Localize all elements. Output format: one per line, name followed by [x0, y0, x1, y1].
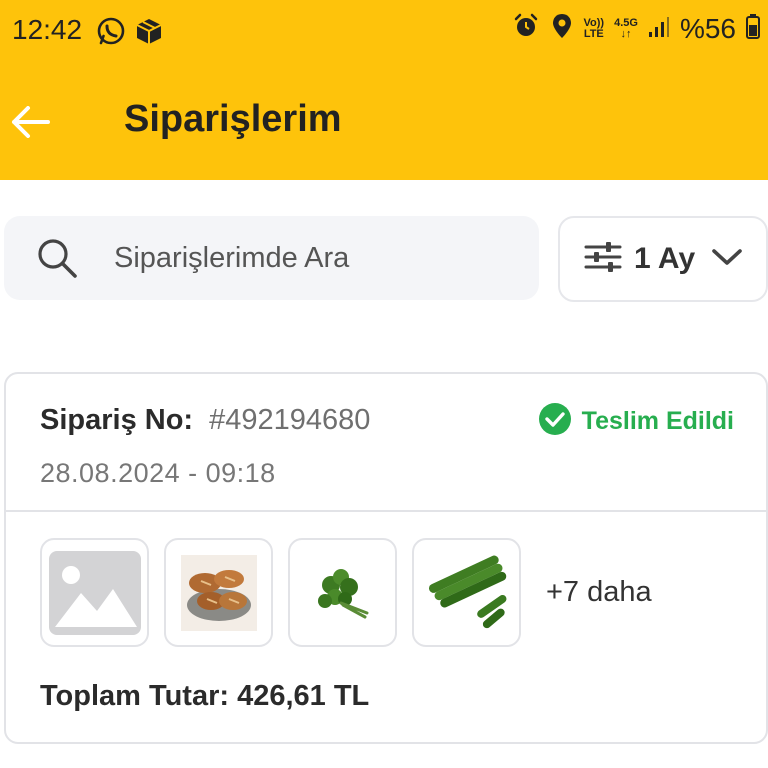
- bread-image: [180, 554, 257, 631]
- data-arrows-icon: ↓↑: [620, 27, 632, 40]
- image-placeholder-icon: [48, 550, 141, 635]
- location-icon: [550, 12, 574, 45]
- status-system-icons: Vo)) LTE 4.5G ↓↑ %56: [512, 12, 760, 45]
- sliders-icon: [584, 241, 622, 278]
- network-indicator: 4.5G ↓↑: [614, 16, 638, 40]
- period-filter-button[interactable]: 1 Ay: [558, 216, 768, 302]
- status-time: 12:42: [12, 14, 83, 45]
- search-input[interactable]: [114, 241, 494, 275]
- page-title: Siparişlerim: [124, 98, 342, 140]
- status-badge: Teslim Edildi: [538, 402, 734, 441]
- battery-icon: [746, 13, 760, 44]
- product-thumbnails: +7 daha: [40, 538, 652, 647]
- status-bar: 12:42 Vo)) LTE 4.5G ↓↑ %56: [0, 0, 768, 64]
- cucumber-image: [424, 550, 509, 635]
- app-header: 12:42 Vo)) LTE 4.5G ↓↑ %56 Siparişlerim: [0, 0, 768, 180]
- whatsapp-icon: [96, 16, 126, 51]
- search-bar[interactable]: [4, 216, 539, 300]
- battery-percent: %56: [679, 12, 736, 44]
- more-items-label: +7 daha: [546, 576, 652, 608]
- order-status: Teslim Edildi: [581, 407, 734, 435]
- signal-icon: [648, 14, 670, 43]
- period-filter-label: 1 Ay: [634, 242, 696, 275]
- chevron-down-icon: [711, 247, 743, 272]
- status-notification-icons: [96, 16, 164, 51]
- order-card[interactable]: Sipariş No: #492194680 Teslim Edildi 28.…: [4, 372, 768, 744]
- order-number-label: Sipariş No:: [40, 404, 194, 436]
- volte-indicator: Vo)) LTE: [583, 16, 605, 40]
- product-thumbnail[interactable]: [40, 538, 149, 647]
- product-thumbnail[interactable]: [164, 538, 273, 647]
- order-number-row: Sipariş No: #492194680: [40, 404, 370, 437]
- order-date: 28.08.2024 - 09:18: [40, 458, 276, 488]
- divider: [6, 510, 766, 512]
- package-icon: [134, 16, 164, 51]
- check-circle-icon: [538, 402, 572, 441]
- product-thumbnail[interactable]: [412, 538, 521, 647]
- order-total: Toplam Tutar: 426,61 TL: [40, 680, 370, 712]
- back-button[interactable]: [8, 100, 52, 144]
- arrow-left-icon: [12, 106, 50, 138]
- order-number: #492194680: [209, 404, 371, 436]
- product-thumbnail[interactable]: [288, 538, 397, 647]
- search-icon: [34, 235, 80, 281]
- alarm-icon: [512, 12, 540, 45]
- parsley-image: [304, 554, 381, 631]
